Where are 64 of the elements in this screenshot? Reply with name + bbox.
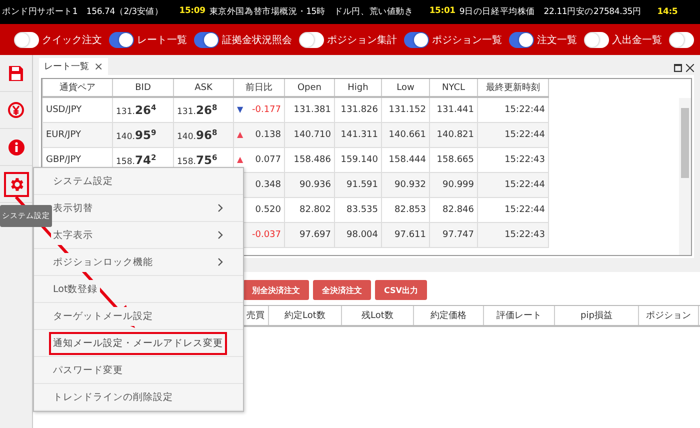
bid-price: 140.95$^{9}$ — [116, 132, 156, 142]
column-header: pip損益 — [555, 306, 639, 325]
column-header: 約定Lot数 — [269, 306, 342, 325]
toggle-label: クイック注文 — [42, 34, 102, 46]
table-cell: 15:22:44 — [504, 104, 545, 115]
table-cell: 158.444 — [388, 154, 426, 164]
trend-arrow: ▲ — [237, 155, 244, 164]
table-cell: 131.826 — [340, 104, 378, 115]
table-cell: 140.661 — [388, 130, 426, 140]
column-header: ポジション — [639, 306, 699, 325]
table-cell: 158.665 — [436, 154, 474, 164]
news-time: 15:01 — [429, 6, 456, 18]
table-cell: EUR/JPY — [46, 130, 81, 140]
table-cell: 97.697 — [300, 230, 331, 240]
column-header: 約定価格 — [414, 306, 484, 325]
trend-arrow: ▼ — [237, 105, 244, 114]
table-cell: 131.152 — [388, 104, 426, 115]
trend-arrow: ▲ — [237, 130, 244, 139]
toggle-label: 入出金一覧 — [612, 34, 662, 46]
table-cell: 131.441 — [436, 104, 474, 115]
toggle-label: ポジション集計 — [327, 34, 397, 46]
table-cell: 91.591 — [346, 180, 378, 190]
change-value: 0.520 — [255, 204, 281, 214]
table-cell: 15:22:43 — [504, 154, 545, 164]
table-cell: 90.932 — [394, 180, 426, 190]
toggle-label: レート一覧 — [137, 34, 187, 46]
ask-price: 131.26$^{8}$ — [177, 106, 218, 117]
table-cell: 159.140 — [340, 154, 378, 164]
toggle-label: ポジション一覧 — [432, 34, 502, 46]
toggle-label: 証拠金状況照会 — [222, 34, 292, 46]
table-cell: 140.821 — [436, 130, 474, 140]
change-value: 0.348 — [255, 180, 281, 190]
table-cell: GBP/JPY — [46, 154, 81, 164]
bid-price: 158.74$^{2}$ — [116, 156, 156, 166]
table-cell: 82.846 — [442, 204, 474, 214]
ask-price: 140.96$^{8}$ — [177, 132, 218, 142]
table-cell: 15:22:44 — [504, 130, 545, 140]
change-value: -0.037 — [252, 230, 281, 240]
toggle-label: 注文一覧 — [537, 34, 577, 46]
table-cell: 82.853 — [394, 204, 426, 214]
table-cell: 97.611 — [394, 230, 426, 240]
table-cell: 15:22:44 — [504, 180, 545, 190]
change-value: 0.077 — [255, 154, 281, 164]
news-time: 14:5 — [657, 7, 678, 17]
column-header: 残Lot数 — [342, 306, 414, 325]
table-cell: 141.311 — [340, 130, 378, 140]
table-cell: 98.004 — [346, 230, 378, 240]
table-cell: 90.936 — [300, 180, 331, 190]
table-cell: 131.381 — [294, 104, 331, 115]
table-cell: 15:22:44 — [504, 204, 545, 214]
news-time: 15:09 — [179, 6, 206, 18]
table-cell: 82.802 — [300, 204, 331, 214]
table-cell: 90.999 — [442, 180, 474, 190]
column-header: 評価レート — [484, 306, 555, 325]
table-cell: 97.747 — [442, 230, 474, 240]
table-cell: 140.710 — [294, 130, 331, 140]
ask-price: 158.75$^{6}$ — [177, 156, 218, 166]
change-value: -0.177 — [252, 104, 281, 115]
bid-price: 131.26$^{4}$ — [116, 106, 156, 117]
table-cell: 83.535 — [346, 204, 378, 214]
change-value: 0.138 — [255, 130, 281, 140]
table-cell: 158.486 — [294, 154, 331, 164]
table-cell: 15:22:43 — [504, 230, 545, 240]
table-cell: USD/JPY — [46, 104, 82, 115]
